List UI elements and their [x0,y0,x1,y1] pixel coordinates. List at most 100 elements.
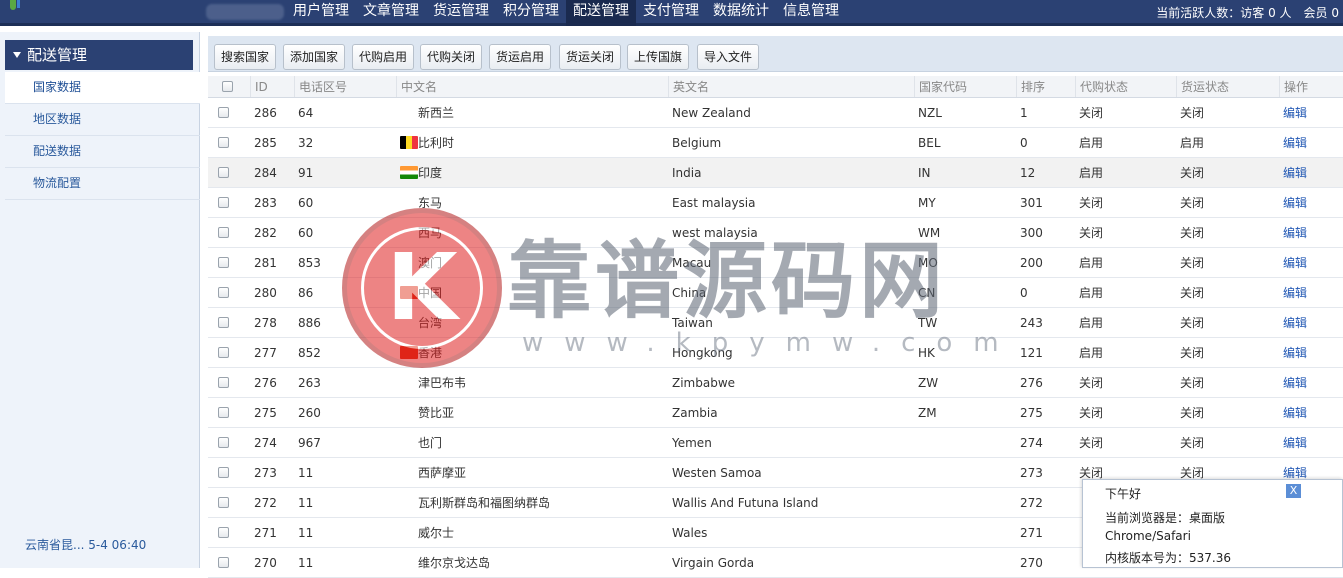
toolbar-button-3[interactable]: 代购关闭 [420,44,483,70]
edit-link[interactable]: 编辑 [1283,104,1307,121]
row-checkbox[interactable] [218,557,229,568]
cell-phone: 967 [294,428,394,457]
edit-link[interactable]: 编辑 [1283,404,1307,421]
nav-item-3[interactable]: 积分管理 [496,0,566,26]
table-row[interactable]: 286 64 新西兰 New Zealand NZL 1 关闭 关闭 编辑 [208,98,1343,128]
table-row[interactable]: 283 60 东马 East malaysia MY 301 关闭 关闭 编辑 [208,188,1343,218]
table-row[interactable]: 278 886 台湾 Taiwan TW 243 启用 关闭 编辑 [208,308,1343,338]
nav-item-5[interactable]: 支付管理 [636,0,706,26]
select-all-checkbox[interactable] [222,81,233,92]
toolbar-button-4[interactable]: 货运启用 [489,44,552,70]
cell-text: 香港 [418,346,443,360]
cell-action[interactable]: 编辑 [1279,398,1343,427]
row-checkbox[interactable] [218,527,229,538]
cell-en: India [668,158,913,187]
column-header-4[interactable]: 英文名 [668,76,913,97]
row-checkbox[interactable] [218,107,229,118]
cell-id: 273 [250,458,292,487]
cell-text: 260 [298,405,321,420]
cell-action[interactable]: 编辑 [1279,428,1343,457]
cell-action[interactable]: 编辑 [1279,128,1343,157]
cell-text: Wallis And Futuna Island [672,495,819,510]
cell-huoyun: 关闭 [1176,98,1278,127]
cell-text: 威尔士 [418,526,455,540]
row-checkbox-cell [218,248,244,277]
row-checkbox[interactable] [218,437,229,448]
sidebar-menu: 国家数据 地区数据 配送数据 物流配置 [5,72,200,200]
cell-action[interactable]: 编辑 [1279,248,1343,277]
cell-action[interactable]: 编辑 [1279,368,1343,397]
column-header-3[interactable]: 中文名 [396,76,666,97]
table-row[interactable]: 282 60 西马 west malaysia WM 300 关闭 关闭 编辑 [208,218,1343,248]
table-row[interactable]: 276 263 津巴布韦 Zimbabwe ZW 276 关闭 关闭 编辑 [208,368,1343,398]
cell-daigou: 关闭 [1075,428,1175,457]
table-row[interactable]: 285 32 比利时 Belgium BEL 0 启用 启用 编辑 [208,128,1343,158]
edit-link[interactable]: 编辑 [1283,134,1307,151]
row-checkbox[interactable] [218,497,229,508]
nav-item-6[interactable]: 数据统计 [706,0,776,26]
cell-text: WM [918,225,941,240]
cell-action[interactable]: 编辑 [1279,98,1343,127]
column-header-1[interactable]: ID [250,76,292,97]
cell-action[interactable]: 编辑 [1279,338,1343,367]
toolbar-button-6[interactable]: 上传国旗 [627,44,690,70]
row-checkbox[interactable] [218,137,229,148]
row-checkbox[interactable] [218,407,229,418]
column-header-2[interactable]: 电话区号 [294,76,394,97]
nav-item-2[interactable]: 货运管理 [426,0,496,26]
logo [0,0,20,12]
nav-item-0[interactable]: 用户管理 [286,0,356,26]
nav-item-4[interactable]: 配送管理 [566,0,636,26]
table-row[interactable]: 284 91 印度 India IN 12 启用 关闭 编辑 [208,158,1343,188]
edit-link[interactable]: 编辑 [1283,284,1307,301]
column-header-9[interactable]: 操作 [1279,76,1343,97]
row-checkbox[interactable] [218,287,229,298]
cell-cn: 瓦利斯群岛和福图纳群岛 [396,488,666,517]
toolbar-button-2[interactable]: 代购启用 [352,44,415,70]
edit-link[interactable]: 编辑 [1283,374,1307,391]
table-row[interactable]: 277 852 香港 Hongkong HK 121 启用 关闭 编辑 [208,338,1343,368]
toolbar-button-7[interactable]: 导入文件 [697,44,760,70]
column-header-6[interactable]: 排序 [1016,76,1074,97]
row-checkbox[interactable] [218,227,229,238]
edit-link[interactable]: 编辑 [1283,254,1307,271]
table-row[interactable]: 280 86 中国 China CN 0 启用 关闭 编辑 [208,278,1343,308]
column-header-5[interactable]: 国家代码 [914,76,1014,97]
toolbar-button-5[interactable]: 货运关闭 [559,44,622,70]
sidebar-item-1[interactable]: 地区数据 [5,104,200,136]
table-row[interactable]: 281 853 澳门 Macau MO 200 启用 关闭 编辑 [208,248,1343,278]
row-checkbox[interactable] [218,167,229,178]
edit-link[interactable]: 编辑 [1283,224,1307,241]
cell-action[interactable]: 编辑 [1279,188,1343,217]
popup-close-button[interactable]: X [1286,484,1301,498]
cell-text: 276 [1020,375,1043,390]
edit-link[interactable]: 编辑 [1283,164,1307,181]
table-row[interactable]: 275 260 赞比亚 Zambia ZM 275 关闭 关闭 编辑 [208,398,1343,428]
nav-item-7[interactable]: 信息管理 [776,0,846,26]
edit-link[interactable]: 编辑 [1283,434,1307,451]
sidebar-item-2[interactable]: 配送数据 [5,136,200,168]
sidebar-item-3[interactable]: 物流配置 [5,168,200,200]
row-checkbox[interactable] [218,257,229,268]
cell-action[interactable]: 编辑 [1279,158,1343,187]
row-checkbox[interactable] [218,377,229,388]
edit-link[interactable]: 编辑 [1283,314,1307,331]
cell-action[interactable]: 编辑 [1279,308,1343,337]
toolbar-button-0[interactable]: 搜索国家 [214,44,277,70]
sidebar-title[interactable]: 配送管理 [5,40,193,70]
row-checkbox[interactable] [218,347,229,358]
edit-link[interactable]: 编辑 [1283,194,1307,211]
sidebar-item-0[interactable]: 国家数据 [5,72,200,104]
toolbar-button-1[interactable]: 添加国家 [283,44,346,70]
table-row[interactable]: 274 967 也门 Yemen 274 关闭 关闭 编辑 [208,428,1343,458]
edit-link[interactable]: 编辑 [1283,344,1307,361]
column-header-7[interactable]: 代购状态 [1075,76,1175,97]
column-header-8[interactable]: 货运状态 [1176,76,1278,97]
row-checkbox[interactable] [218,467,229,478]
cell-text: 启用 [1079,136,1104,150]
cell-action[interactable]: 编辑 [1279,278,1343,307]
cell-action[interactable]: 编辑 [1279,218,1343,247]
row-checkbox[interactable] [218,197,229,208]
nav-item-1[interactable]: 文章管理 [356,0,426,26]
row-checkbox[interactable] [218,317,229,328]
